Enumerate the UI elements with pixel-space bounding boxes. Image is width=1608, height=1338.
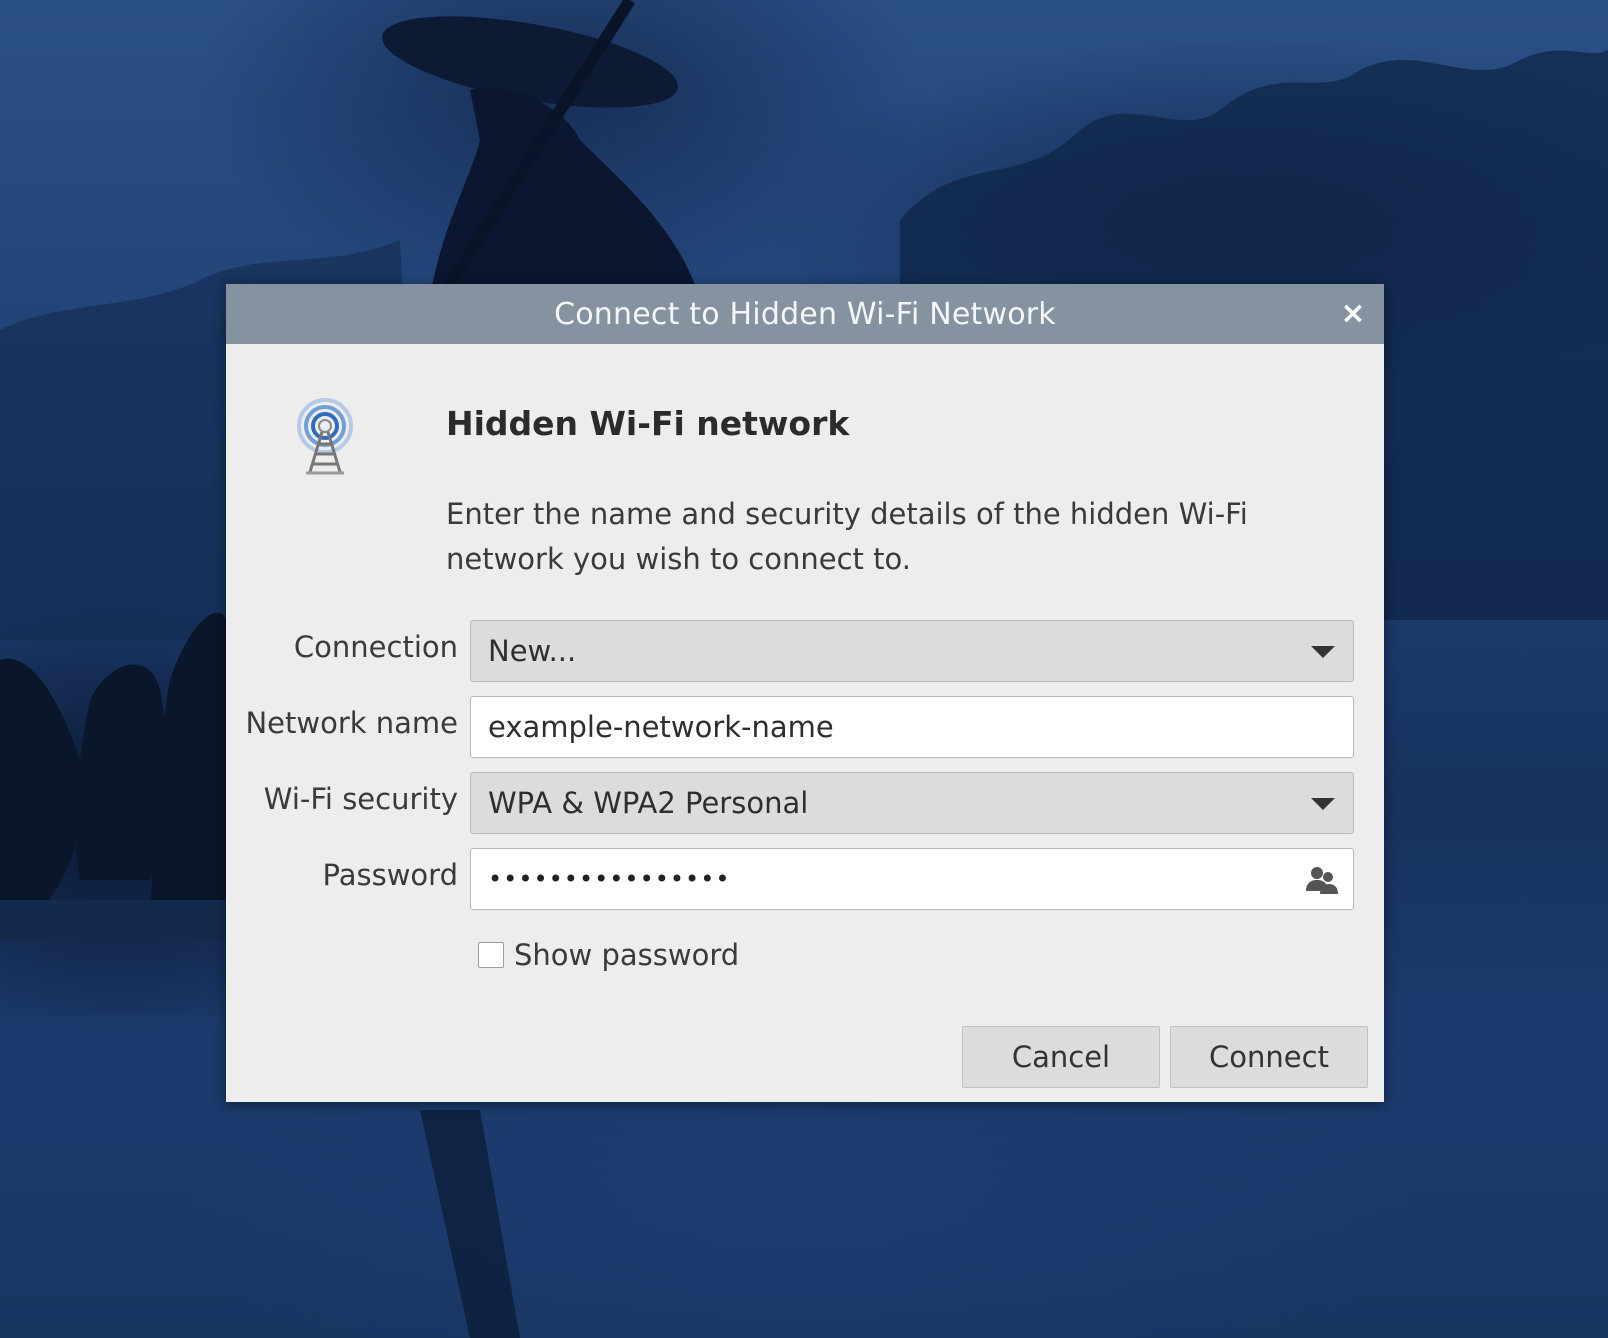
password-value: •••••••••••••••• bbox=[488, 865, 731, 893]
show-password-label: Show password bbox=[514, 938, 740, 972]
chevron-down-icon bbox=[1311, 798, 1335, 810]
connect-button[interactable]: Connect bbox=[1170, 1026, 1368, 1088]
connection-select[interactable]: New... bbox=[470, 620, 1354, 682]
network-name-field[interactable]: example-network-name bbox=[470, 696, 1354, 758]
cancel-button[interactable]: Cancel bbox=[962, 1026, 1160, 1088]
dialog-title: Connect to Hidden Wi-Fi Network bbox=[554, 296, 1056, 332]
show-password-option[interactable]: Show password bbox=[478, 938, 739, 972]
wifi-antenna-icon bbox=[297, 398, 353, 475]
wifi-security-label: Wi-Fi security bbox=[263, 782, 458, 816]
dialog-titlebar[interactable]: Connect to Hidden Wi-Fi Network × bbox=[226, 284, 1384, 344]
close-icon[interactable]: × bbox=[1336, 297, 1370, 331]
password-label: Password bbox=[322, 858, 458, 892]
dialog-description: Enter the name and security details of t… bbox=[446, 497, 1248, 576]
wifi-security-value: WPA & WPA2 Personal bbox=[488, 786, 809, 820]
user-options-icon[interactable] bbox=[1305, 864, 1339, 896]
hidden-wifi-dialog: Connect to Hidden Wi-Fi Network × Hidden… bbox=[226, 284, 1384, 1102]
show-password-checkbox[interactable] bbox=[478, 942, 504, 968]
network-name-value: example-network-name bbox=[488, 710, 834, 744]
password-field[interactable]: •••••••••••••••• bbox=[470, 848, 1354, 910]
connection-label: Connection bbox=[293, 630, 458, 664]
chevron-down-icon bbox=[1311, 646, 1335, 658]
dialog-heading: Hidden Wi-Fi network bbox=[446, 404, 850, 443]
network-name-label: Network name bbox=[245, 706, 458, 740]
wifi-security-select[interactable]: WPA & WPA2 Personal bbox=[470, 772, 1354, 834]
connection-value: New... bbox=[488, 634, 577, 668]
